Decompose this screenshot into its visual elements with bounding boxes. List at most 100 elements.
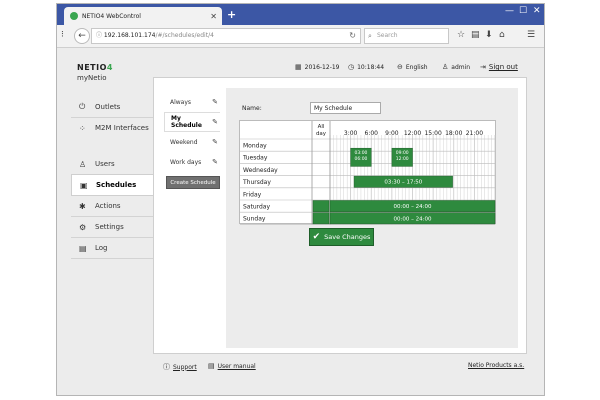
allday-cell [312, 212, 330, 225]
sidebar-item-label: M2M Interfaces [95, 124, 149, 132]
tab-strip: NETIO4 WebControl ✕ + — ☐ ✕ [57, 4, 544, 25]
sidebar-item-label: Settings [95, 223, 124, 231]
calendar-icon: ▦ [295, 63, 302, 71]
sidebar-item-label: Log [95, 244, 108, 252]
manual-text: User manual [217, 362, 256, 370]
day-label: Saturday [243, 204, 270, 211]
schedule-block-label: 06:00 [354, 156, 367, 162]
sign-out-text: Sign out [488, 63, 518, 71]
schedule-item-my-schedule[interactable]: My Schedule ✎ [164, 112, 220, 132]
search-input[interactable]: ⌕ Search [364, 28, 449, 44]
time-display: ◷ 10:18:44 [348, 63, 384, 71]
schedule-editor: Name: Allday3:006:009:0012:0015:0018:002… [226, 88, 518, 348]
download-icon[interactable]: ⬇ [485, 30, 493, 40]
close-tab-icon[interactable]: ✕ [210, 12, 217, 21]
brand-suffix: 4 [106, 63, 113, 72]
schedule-item-label: My Schedule [171, 115, 202, 129]
back-button[interactable]: ← [74, 28, 90, 44]
edit-icon[interactable]: ✎ [212, 158, 218, 166]
calendar-icon: ▣ [80, 180, 88, 190]
company-link[interactable]: Netio Products a.s. [468, 362, 524, 369]
brand-main: NETIO [77, 63, 107, 72]
sidebar-item-label: Actions [95, 202, 121, 210]
url-bar[interactable]: ⓘ 192.168.101.174/#/schedules/edit/4 ↻ [91, 28, 361, 44]
hour-label: 18:00 [445, 130, 462, 137]
hour-label: 6:00 [365, 130, 379, 137]
schedule-item-always[interactable]: Always ✎ [164, 92, 220, 112]
day-label: Tuesday [242, 155, 268, 162]
actions-icon: ✱ [79, 201, 86, 211]
save-label: Save Changes [324, 233, 371, 241]
tab-title: NETIO4 WebControl [82, 12, 141, 20]
hour-label: 15:00 [424, 130, 441, 137]
page: NETIO4 myNetio ▦ 2016-12-19 ◷ 10:18:44 ⊖ En… [57, 49, 544, 395]
check-icon: ✔ [312, 232, 321, 242]
allday-header-bottom: day [316, 131, 327, 137]
sidebar-item-m2m-interfaces[interactable]: ⁘ M2M Interfaces [71, 118, 153, 138]
create-schedule-button[interactable]: Create Schedule [166, 176, 220, 189]
schedule-block-label: 12:00 [396, 156, 409, 162]
schedule-item-label: Always [170, 98, 192, 106]
allday-header-top: All [318, 124, 325, 130]
sign-out-icon: ⇥ [480, 63, 486, 71]
schedule-item-label: Weekend [170, 138, 198, 146]
close-window-icon[interactable]: ✕ [533, 6, 541, 16]
user-display: ♙ admin [442, 63, 470, 71]
home-icon[interactable]: ⌂ [499, 30, 505, 40]
schedule-grid[interactable]: All day 3:00 6:00 9:00 12:00 15:00 18:00 21:00 Mo… [239, 120, 496, 225]
help-icon: ⓘ [163, 363, 170, 371]
sidebar-item-schedules[interactable]: ▣ Schedules [71, 174, 153, 196]
language-icon: ⊖ [397, 63, 403, 71]
schedule-item-work-days[interactable]: Work days ✎ [164, 152, 220, 172]
hamburger-menu-icon[interactable]: ☰ [527, 30, 535, 40]
browser-window: NETIO4 WebControl ✕ + — ☐ ✕ ⁝ ← ⓘ 192.16… [56, 3, 545, 396]
date-text: 2016-12-19 [304, 63, 340, 71]
sidebar-item-actions[interactable]: ✱ Actions [71, 196, 153, 216]
support-link[interactable]: ⓘ Support [163, 362, 197, 372]
edit-icon[interactable]: ✎ [212, 118, 218, 126]
day-label: Sunday [243, 216, 266, 223]
sidebar-item-log[interactable]: ▤ Log [71, 238, 153, 258]
schedule-block-label: 00:00 – 24:00 [394, 216, 432, 222]
sidebar-item-outlets[interactable]: ⏻ Outlets [71, 97, 153, 117]
sidebar-item-label: Users [95, 160, 115, 168]
support-text: Support [173, 363, 197, 371]
browser-tab[interactable]: NETIO4 WebControl ✕ [64, 7, 222, 25]
new-tab-button[interactable]: + [227, 8, 236, 21]
search-placeholder: Search [377, 32, 398, 39]
reload-icon[interactable]: ↻ [349, 29, 356, 43]
sidebar-item-label: Schedules [96, 181, 137, 189]
hour-label: 9:00 [385, 130, 399, 137]
schedule-list: Always ✎ My Schedule ✎ Weekend ✎ Work days ✎… [164, 92, 220, 189]
hour-label: 3:00 [344, 130, 358, 137]
language-text: English [405, 63, 428, 71]
reading-list-icon[interactable]: ▤ [471, 30, 480, 40]
minimize-icon[interactable]: — [505, 6, 514, 16]
menu-dots-icon[interactable]: ⁝ [61, 30, 64, 40]
maximize-icon[interactable]: ☐ [519, 6, 527, 16]
schedule-item-weekend[interactable]: Weekend ✎ [164, 132, 220, 152]
sidebar-item-label: Outlets [95, 103, 121, 111]
edit-icon[interactable]: ✎ [212, 98, 218, 106]
language-selector[interactable]: ⊖ English [397, 63, 428, 71]
sidebar-item-users[interactable]: ♙ Users [71, 154, 153, 174]
save-changes-button[interactable]: ✔ Save Changes [309, 228, 374, 246]
log-icon: ▤ [79, 243, 87, 253]
schedule-block-label: 03:30 – 17:50 [384, 180, 422, 186]
sidebar: ⏻ Outlets ⁘ M2M Interfaces ♙ Users ▣ Schedul… [71, 97, 153, 259]
sidebar-item-settings[interactable]: ⚙ Settings [71, 217, 153, 237]
user-manual-link[interactable]: ▤ User manual [208, 362, 256, 370]
user-icon: ♙ [79, 159, 87, 169]
nav-bar: ⁝ ← ⓘ 192.168.101.174/#/schedules/edit/4… [57, 25, 544, 48]
bookmark-star-icon[interactable]: ☆ [457, 30, 465, 40]
sign-out-link[interactable]: ⇥ Sign out [480, 63, 518, 71]
allday-cell [312, 200, 330, 212]
schedule-name-input[interactable] [310, 102, 381, 114]
day-label: Thursday [242, 179, 271, 186]
edit-icon[interactable]: ✎ [212, 138, 218, 146]
url-host: 192.168.101.174 [103, 32, 156, 39]
day-label: Monday [243, 143, 267, 150]
user-icon: ♙ [442, 63, 449, 71]
company-text: Netio Products a.s. [468, 362, 525, 369]
clock-icon: ◷ [348, 63, 355, 71]
